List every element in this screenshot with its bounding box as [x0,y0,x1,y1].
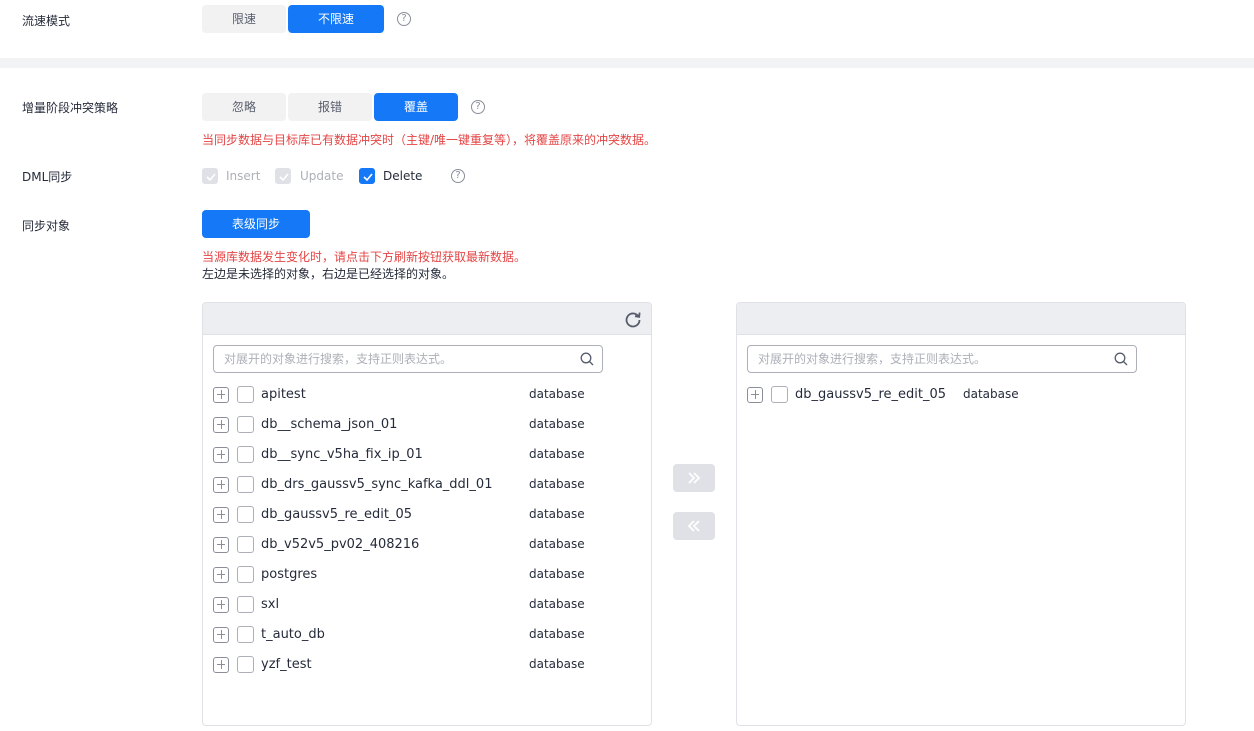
list-item: db__sync_v5ha_fix_ip_01 database [213,445,633,465]
insert-label: Insert [226,169,261,183]
item-checkbox[interactable] [237,416,254,433]
list-item: t_auto_db database [213,625,633,645]
item-checkbox[interactable] [237,626,254,643]
item-name: postgres [261,567,318,582]
help-icon[interactable]: ? [397,12,411,26]
flow-mode-label: 流速模式 [22,14,71,28]
insert-checkbox[interactable] [202,168,218,184]
item-name: t_auto_db [261,627,325,642]
item-name: db_gaussv5_re_edit_05 [795,387,947,402]
item-name: db__schema_json_01 [261,417,398,432]
expand-icon[interactable] [213,447,229,463]
search-icon[interactable] [1114,352,1128,369]
unselected-objects-panel: apitest database db__schema_json_01 data… [202,302,652,726]
item-checkbox[interactable] [237,476,254,493]
item-name: yzf_test [261,657,312,672]
panel-header [737,303,1185,335]
selected-objects-panel: db_gaussv5_re_edit_05 database [736,302,1186,726]
list-item: db_gaussv5_re_edit_05 database [747,385,1167,405]
item-checkbox[interactable] [237,446,254,463]
item-type: database [529,507,585,521]
flow-mode-selector: 限速 不限速 [202,5,386,33]
expand-icon[interactable] [213,567,229,583]
table-level-sync-button[interactable]: 表级同步 [202,210,310,238]
item-checkbox[interactable] [237,536,254,553]
double-chevron-right-icon [688,472,701,484]
item-type: database [529,477,585,491]
item-checkbox[interactable] [237,506,254,523]
update-checkbox[interactable] [275,168,291,184]
conflict-ignore-button[interactable]: 忽略 [202,93,286,121]
sync-object-label: 同步对象 [22,219,71,233]
conflict-overwrite-button[interactable]: 覆盖 [374,93,458,121]
list-item: db_gaussv5_re_edit_05 database [213,505,633,525]
expand-icon[interactable] [213,417,229,433]
dml-sync-label: DML同步 [22,170,73,184]
item-checkbox[interactable] [771,386,788,403]
expand-icon[interactable] [213,627,229,643]
item-name: db_v52v5_pv02_408216 [261,537,420,552]
item-type: database [963,387,1019,401]
search-field [213,345,603,373]
item-type: database [529,567,585,581]
search-input[interactable] [748,346,1088,372]
conflict-error-button[interactable]: 报错 [288,93,372,121]
item-type: database [529,387,585,401]
delete-label: Delete [383,169,423,183]
list-item: db__schema_json_01 database [213,415,633,435]
expand-icon[interactable] [213,387,229,403]
conflict-hint: 当同步数据与目标库已有数据冲突时（主键/唯一键重复等），将覆盖原来的冲突数据。 [202,133,657,147]
item-name: db__sync_v5ha_fix_ip_01 [261,447,423,462]
item-type: database [529,657,585,671]
item-name: sxl [261,597,280,612]
expand-icon[interactable] [213,537,229,553]
selection-hint: 左边是未选择的对象，右边是已经选择的对象。 [202,267,455,281]
search-icon[interactable] [580,352,594,369]
search-field [747,345,1137,373]
item-type: database [529,627,585,641]
item-type: database [529,597,585,611]
item-name: db_gaussv5_re_edit_05 [261,507,413,522]
move-right-button[interactable] [673,464,715,492]
item-checkbox[interactable] [237,386,254,403]
delete-checkbox[interactable] [359,168,375,184]
section-divider [0,58,1254,68]
help-icon[interactable]: ? [451,169,465,183]
flow-mode-limit-button[interactable]: 限速 [202,5,286,33]
list-item: apitest database [213,385,633,405]
item-checkbox[interactable] [237,656,254,673]
list-item: db_v52v5_pv02_408216 database [213,535,633,555]
list-item: db_drs_gaussv5_sync_kafka_ddl_01 databas… [213,475,633,495]
flow-mode-unlimited-button[interactable]: 不限速 [288,5,384,33]
expand-icon[interactable] [213,657,229,673]
help-icon[interactable]: ? [471,100,485,114]
expand-icon[interactable] [213,597,229,613]
update-label: Update [300,169,344,183]
item-checkbox[interactable] [237,596,254,613]
panel-header [203,303,651,335]
double-chevron-left-icon [687,520,700,532]
list-item: postgres database [213,565,633,585]
conflict-strategy-label: 增量阶段冲突策略 [22,101,119,115]
conflict-strategy-selector: 忽略 报错 覆盖 [202,93,460,121]
refresh-icon[interactable] [623,309,643,332]
expand-icon[interactable] [213,507,229,523]
item-checkbox[interactable] [237,566,254,583]
list-item: sxl database [213,595,633,615]
item-type: database [529,447,585,461]
move-left-button[interactable] [673,512,715,540]
list-item: yzf_test database [213,655,633,675]
search-input[interactable] [214,346,554,372]
item-type: database [529,417,585,431]
item-name: apitest [261,387,306,402]
expand-icon[interactable] [213,477,229,493]
item-name: db_drs_gaussv5_sync_kafka_ddl_01 [261,477,493,492]
refresh-hint: 当源库数据发生变化时，请点击下方刷新按钮获取最新数据。 [202,250,527,264]
item-type: database [529,537,585,551]
expand-icon[interactable] [747,387,763,403]
